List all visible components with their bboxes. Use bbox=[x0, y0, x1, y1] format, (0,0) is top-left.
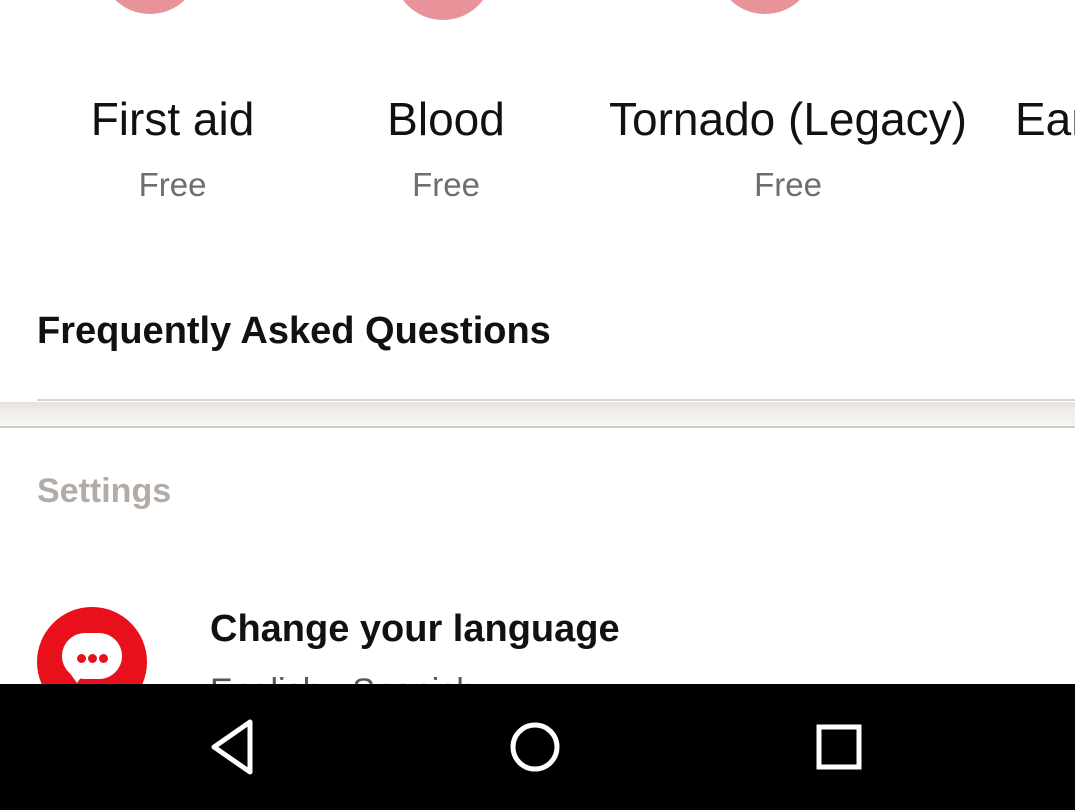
related-apps-carousel[interactable]: First aid Free Blood Free Tornado (Legac… bbox=[0, 0, 1075, 230]
app-name: Tornado (Legacy) bbox=[609, 93, 967, 145]
app-thumbnail bbox=[715, 0, 815, 14]
app-name: Ear bbox=[1015, 93, 1075, 145]
back-triangle-icon[interactable] bbox=[200, 714, 270, 780]
app-name: First aid bbox=[90, 93, 255, 145]
home-circle-icon[interactable] bbox=[500, 714, 570, 780]
app-price: Free bbox=[412, 166, 480, 203]
app-card-tornado[interactable]: Tornado (Legacy) Free bbox=[590, 0, 986, 230]
app-price: Free bbox=[754, 166, 822, 203]
app-price: Free bbox=[138, 166, 207, 203]
change-language-item[interactable]: Change your language English • Spanish bbox=[0, 590, 1075, 684]
app-card-blood[interactable]: Blood Free bbox=[330, 0, 562, 230]
section-divider bbox=[0, 402, 1075, 428]
faq-link[interactable]: Frequently Asked Questions bbox=[37, 310, 551, 353]
recents-square-icon[interactable] bbox=[804, 714, 874, 780]
language-title: Change your language bbox=[210, 608, 620, 650]
system-navigation-bar bbox=[0, 684, 1075, 810]
language-subtitle: English • Spanish bbox=[210, 672, 475, 684]
app-card-first-aid[interactable]: First aid Free bbox=[20, 0, 325, 230]
app-card-partial[interactable]: Ear bbox=[1015, 0, 1075, 230]
app-content: First aid Free Blood Free Tornado (Legac… bbox=[0, 0, 1075, 684]
chat-bubble-icon bbox=[37, 607, 147, 684]
settings-header: Settings bbox=[37, 472, 172, 510]
app-name: Blood bbox=[387, 93, 505, 145]
app-thumbnail bbox=[100, 0, 200, 14]
faq-divider bbox=[37, 399, 1075, 401]
app-thumbnail bbox=[393, 0, 493, 20]
